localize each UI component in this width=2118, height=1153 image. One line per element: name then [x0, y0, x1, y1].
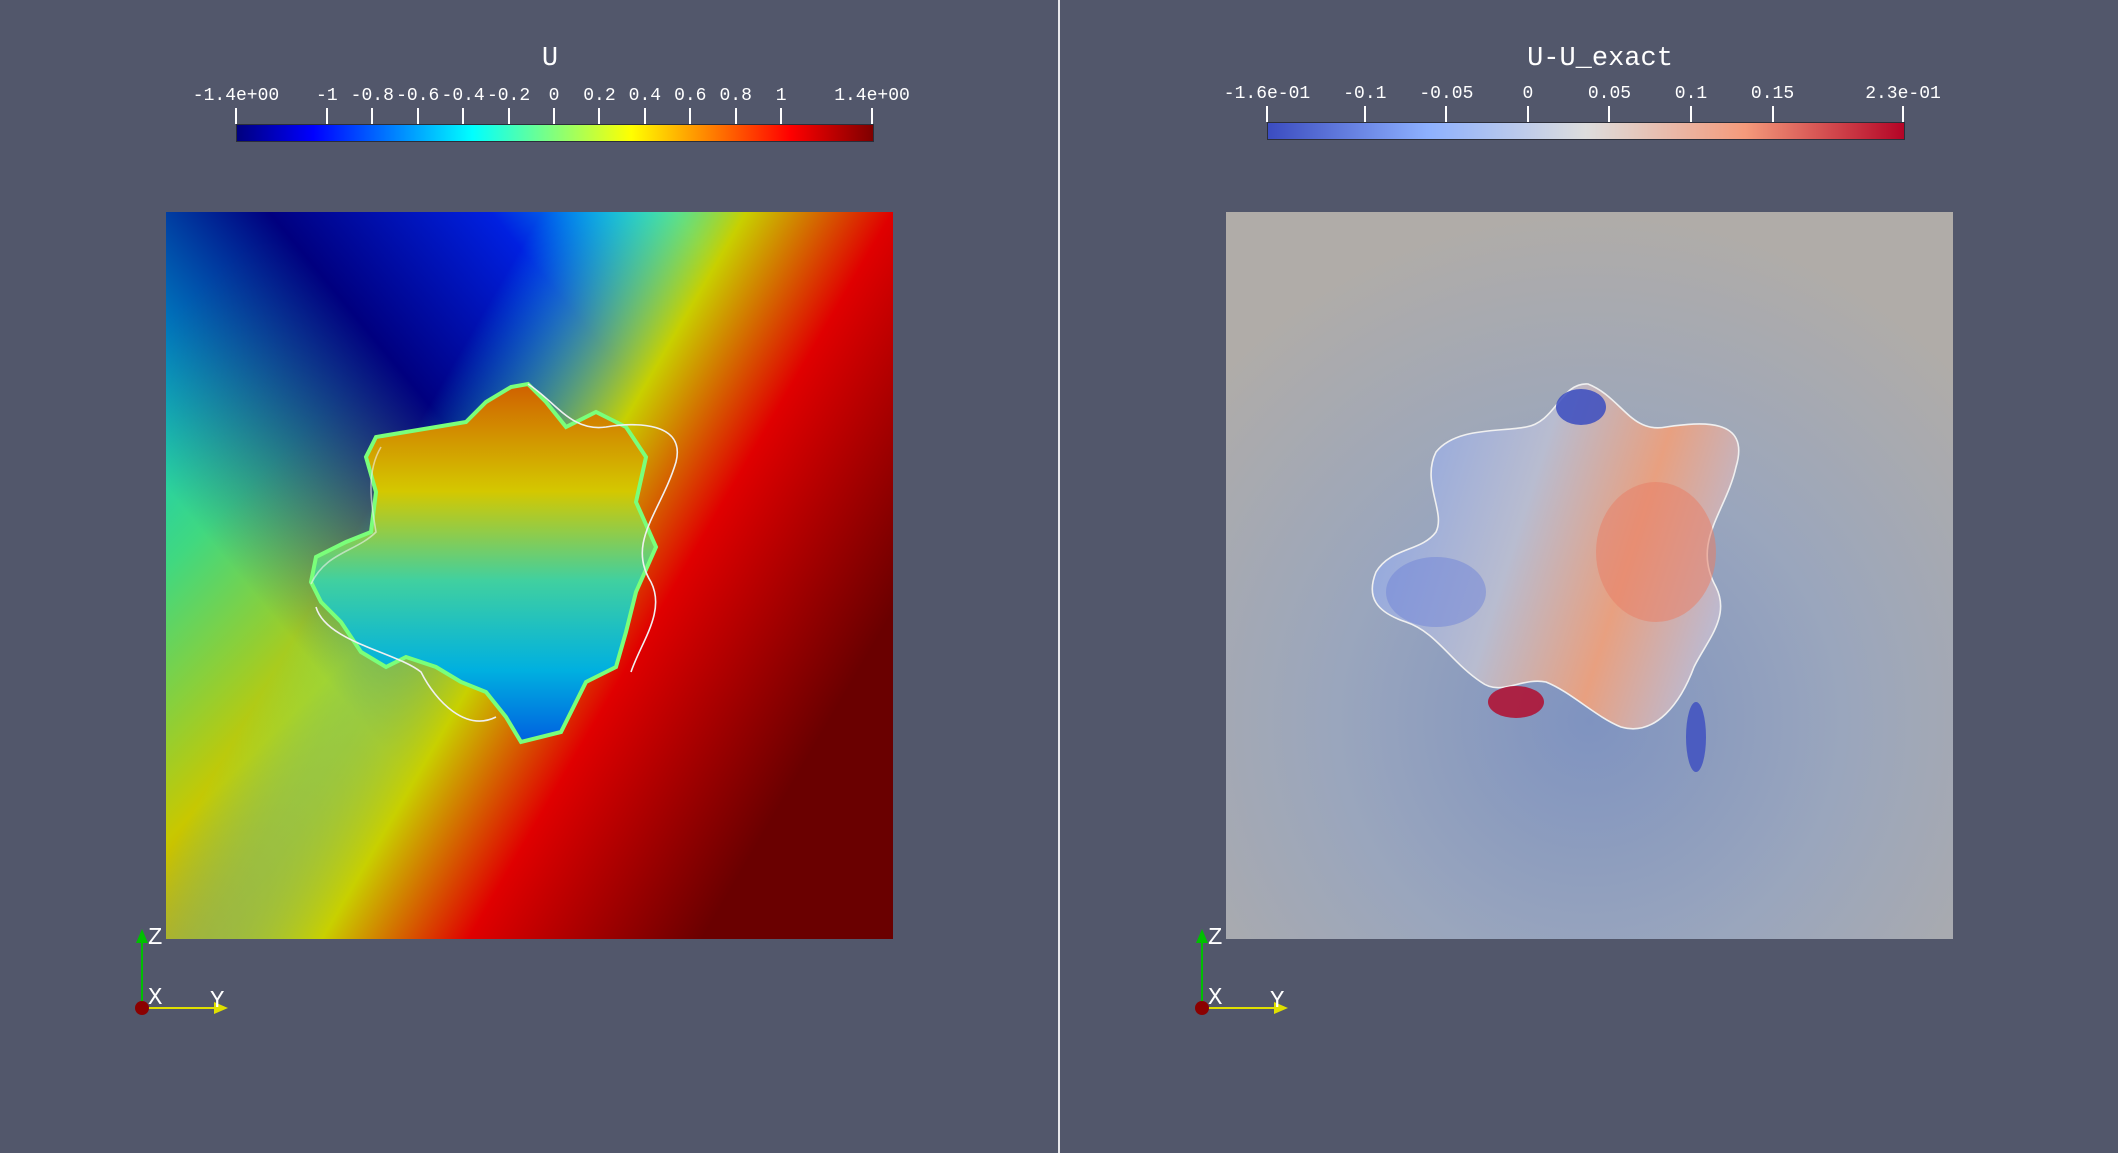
colorbar-tick-mark	[553, 108, 555, 124]
colorbar-tick-label: -1.4e+00	[192, 86, 280, 106]
colorbar-tick-mark	[598, 108, 601, 124]
colorbar-tick-mark	[871, 108, 873, 124]
axis-label-z: Z	[148, 925, 163, 952]
colorbar-tick-mark	[1363, 106, 1366, 122]
colorbar-tick-label: -0.05	[1419, 84, 1474, 104]
axis-label-x: X	[148, 985, 163, 1012]
colorbar-tick-mark	[1902, 106, 1904, 122]
colorbar-tick-mark	[1608, 106, 1611, 122]
axis-label-x: X	[1208, 985, 1223, 1012]
field-plot-u[interactable]	[166, 212, 893, 939]
colorbar-tick-mark	[371, 108, 374, 124]
orientation-axes: Z X Y	[130, 925, 230, 1015]
colorbar-tick-label: 1	[775, 86, 787, 106]
colorbar-tick-mark	[416, 108, 419, 124]
colorbar-tick-label: -0.4	[441, 86, 485, 106]
orientation-axes: Z X Y	[1190, 925, 1290, 1015]
colorbar-tick-label: 0.4	[628, 86, 662, 106]
colorbar-tick-mark	[462, 108, 465, 124]
colorbar-tick-label: -1.6e-01	[1223, 84, 1311, 104]
colorbar-tick-label: -0.1	[1343, 84, 1387, 104]
error-plot-u-minus-exact[interactable]	[1226, 212, 1953, 939]
colorbar-tick-mark	[734, 108, 737, 124]
colorbar-tick-mark	[1526, 106, 1529, 122]
colorbar-tick-mark	[643, 108, 646, 124]
colorbar-tick-mark	[235, 108, 237, 124]
error-plot-svg	[1226, 212, 1953, 939]
axis-label-y: Y	[1270, 988, 1285, 1015]
axis-label-y: Y	[210, 988, 225, 1015]
colorbar-tick-label: 1.4e+00	[834, 86, 910, 106]
render-view-left[interactable]: U Z X Y -1.4e+00 -1 -0.8 -0.6 -0.4 -0.2 …	[0, 0, 1058, 1153]
colorbar-tick-mark	[1771, 106, 1774, 122]
colorbar-tick-label: 0.2	[583, 86, 616, 106]
colorbar-tick-label: -0.2	[486, 86, 531, 106]
colorbar-tick-label: 0.1	[1674, 84, 1708, 104]
colorbar-tick-label: 0.15	[1750, 84, 1795, 104]
colorbar-tick-mark	[1445, 106, 1448, 122]
colorbar-tick-mark	[1266, 106, 1268, 122]
axis-label-z: Z	[1208, 925, 1223, 952]
colorbar-tick-label: -1	[316, 86, 338, 106]
colorbar-tick-label: 0.6	[674, 86, 707, 106]
field-plot-svg	[166, 212, 893, 939]
colorbar-tick-mark	[689, 108, 692, 124]
colorbar-tick-mark	[325, 108, 328, 124]
colorbar-tick-mark	[780, 108, 783, 124]
colorbar-tick-mark	[507, 108, 510, 124]
colorbar-tick-label: 0	[548, 86, 560, 106]
colorbar-coolwarm	[1267, 122, 1905, 140]
colorbar-tick-label: -0.6	[396, 86, 440, 106]
colorbar-tick-label: 0.8	[719, 86, 752, 106]
colorbar-tick-label: 0	[1522, 84, 1534, 104]
render-view-right[interactable]: U-U_exact Z X Y -1.6e-01 -0.1 -0.05 0 0.…	[1060, 0, 2118, 1153]
colorbar-tick-mark	[1690, 106, 1692, 122]
colorbar-jet	[236, 124, 874, 142]
colorbar-title: U	[541, 44, 559, 74]
colorbar-tick-label: 2.3e-01	[1865, 84, 1941, 104]
colorbar-tick-label: -0.8	[350, 86, 394, 106]
colorbar-tick-label: 0.05	[1587, 84, 1632, 104]
colorbar-title: U-U_exact	[1527, 44, 1673, 74]
